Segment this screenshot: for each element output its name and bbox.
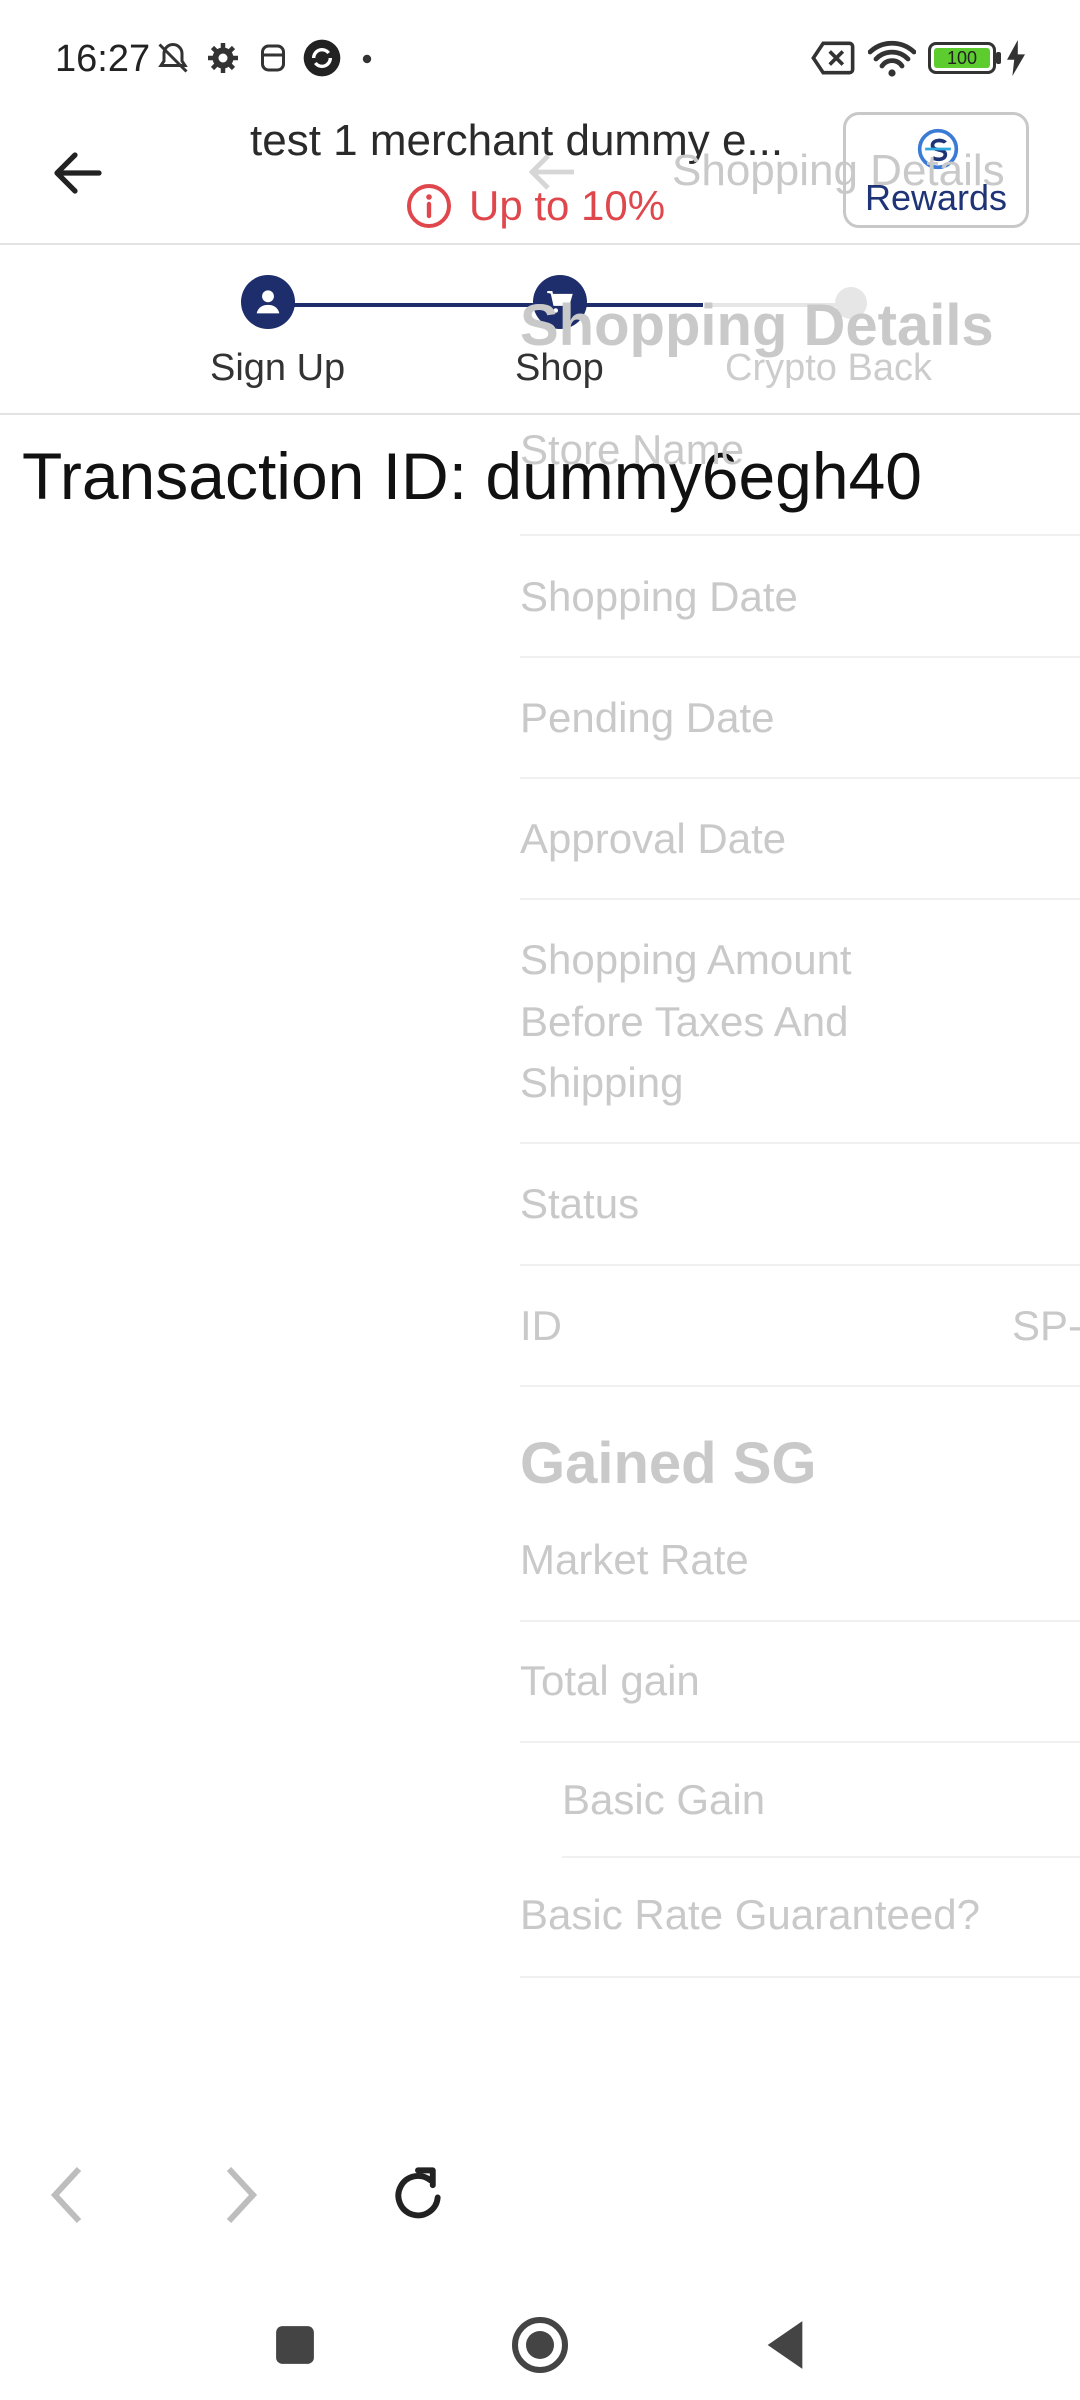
ghost-divider bbox=[520, 777, 1080, 779]
ghost-divider bbox=[520, 1385, 1080, 1387]
status-time: 16:27 bbox=[55, 38, 151, 80]
ghost-divider bbox=[520, 656, 1080, 658]
ghost-row-status: Status bbox=[520, 1180, 640, 1227]
notifications-off-icon bbox=[158, 42, 188, 73]
battery-icon: 100 bbox=[928, 42, 996, 74]
step-crypto-back-dot bbox=[835, 287, 867, 319]
wifi-icon bbox=[868, 40, 916, 77]
info-icon bbox=[407, 184, 451, 228]
square-recents-icon bbox=[276, 2326, 314, 2364]
triangle-back-icon bbox=[767, 2321, 803, 2369]
web-back-button[interactable] bbox=[22, 2140, 112, 2250]
home-button[interactable] bbox=[505, 2310, 575, 2380]
battery-level: 100 bbox=[934, 48, 990, 68]
more-dot-icon bbox=[362, 54, 372, 64]
ghost-divider bbox=[562, 1856, 1080, 1858]
person-icon bbox=[256, 290, 280, 314]
ghost-row-id: ID bbox=[520, 1302, 562, 1349]
ghost-row-total-gain: Total gain bbox=[520, 1657, 700, 1704]
stepper-remaining-line bbox=[705, 303, 855, 307]
ghost-divider bbox=[520, 1976, 1080, 1978]
ghost-divider bbox=[520, 534, 1080, 536]
ghost-gained-title: Gained SG bbox=[520, 1431, 817, 1496]
ghost-divider bbox=[520, 898, 1080, 900]
ghost-row-approval-date: Approval Date bbox=[520, 815, 787, 862]
ghost-row-amount-line1: Shopping Amount bbox=[520, 936, 852, 983]
step-shop-label: Shop bbox=[515, 347, 604, 389]
ghost-divider bbox=[520, 1620, 1080, 1622]
ghost-row-id-value: SP- bbox=[1012, 1302, 1080, 1349]
web-navigation-bar bbox=[0, 2140, 1080, 2250]
circle-home-icon bbox=[512, 2317, 568, 2373]
reload-button[interactable] bbox=[373, 2140, 463, 2250]
ghost-row-amount-line3: Shipping bbox=[520, 1059, 684, 1106]
ghost-row-shopping-date: Shopping Date bbox=[520, 573, 798, 620]
stepper-progress-line bbox=[268, 303, 703, 307]
ghost-divider bbox=[520, 1264, 1080, 1266]
ghost-divider bbox=[520, 1142, 1080, 1144]
rewards-label: Rewards bbox=[864, 177, 1008, 218]
step-shop-dot bbox=[533, 275, 587, 329]
rewards-logo-icon bbox=[917, 128, 959, 170]
ghost-row-basic-rate-guaranteed: Basic Rate Guaranteed? bbox=[520, 1891, 980, 1938]
sim-blocked-icon bbox=[811, 41, 855, 75]
step-sign-up-dot bbox=[241, 275, 295, 329]
chevron-left-icon bbox=[50, 2166, 82, 2224]
system-back-button[interactable] bbox=[750, 2310, 820, 2380]
rewards-button[interactable]: Rewards bbox=[843, 112, 1029, 228]
ghost-row-basic-gain: Basic Gain bbox=[562, 1776, 766, 1823]
status-bar: 16:27 100 bbox=[0, 0, 1080, 110]
ghost-divider bbox=[520, 1741, 1080, 1743]
cashback-rate: Up to 10% bbox=[469, 182, 666, 229]
app-notification-icon bbox=[261, 44, 285, 72]
chevron-right-icon bbox=[226, 2166, 258, 2224]
recents-button[interactable] bbox=[260, 2310, 330, 2380]
settings-gear-icon bbox=[208, 43, 238, 73]
back-button[interactable] bbox=[45, 140, 111, 206]
charging-bolt-icon bbox=[1007, 40, 1025, 76]
transaction-id: Transaction ID: dummy6egh40 bbox=[22, 439, 922, 513]
ghost-row-market-rate: Market Rate bbox=[520, 1536, 749, 1583]
system-navigation-bar bbox=[0, 2290, 1080, 2400]
merchant-title: test 1 merchant dummy e... bbox=[250, 116, 784, 165]
merchant-header: test 1 merchant dummy e... Up to 10% Rew… bbox=[0, 110, 1080, 245]
ghost-row-pending-date: Pending Date bbox=[520, 694, 775, 741]
rate-info[interactable]: Up to 10% bbox=[405, 176, 665, 236]
sync-app-icon bbox=[303, 39, 341, 77]
step-crypto-back-label: Crypto Back bbox=[725, 347, 932, 389]
ghost-row-amount-line2: Before Taxes And bbox=[520, 998, 849, 1045]
cart-icon bbox=[547, 291, 573, 313]
progress-stepper: Sign Up Shop Crypto Back bbox=[0, 245, 1080, 415]
battery-tip bbox=[996, 52, 1001, 64]
web-forward-button[interactable] bbox=[196, 2140, 286, 2250]
arrow-left-icon bbox=[54, 152, 102, 194]
step-sign-up-label: Sign Up bbox=[210, 347, 346, 389]
reload-icon bbox=[395, 2167, 441, 2219]
